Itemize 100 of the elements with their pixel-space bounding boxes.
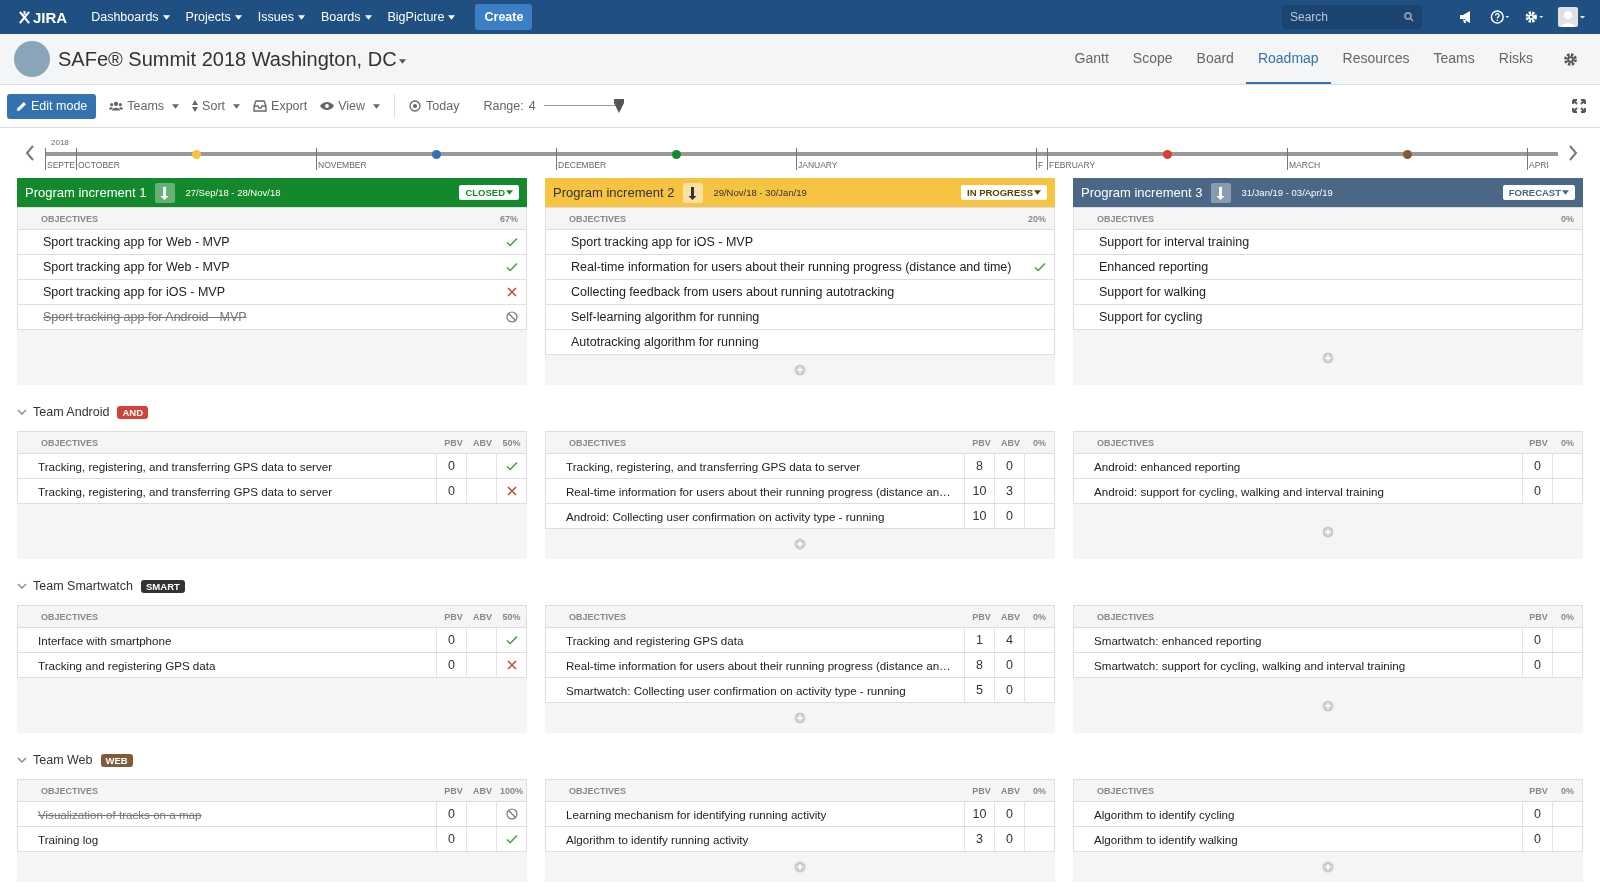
logo-text[interactable]: JIRA xyxy=(33,8,68,26)
settings-icon[interactable] xyxy=(1524,9,1544,25)
milestone-dot[interactable] xyxy=(1163,149,1172,159)
view-tab[interactable]: Scope xyxy=(1120,34,1185,84)
objective-row[interactable]: Tracking, registering, and transferring GPS data to server 8 0 xyxy=(545,453,1055,478)
objective-row[interactable]: Tracking and registering GPS data 0 xyxy=(17,652,527,678)
objective-row[interactable]: Algorithm to identify running activity 3 0 xyxy=(545,826,1055,852)
view-tab[interactable]: Gantt xyxy=(1062,34,1121,84)
nav-menu[interactable]: Projects xyxy=(177,0,250,34)
column-header: PBV xyxy=(443,611,464,622)
user-avatar-icon[interactable] xyxy=(1558,7,1586,27)
chevron-icon[interactable] xyxy=(17,409,27,415)
increment-title[interactable]: Program increment 1 xyxy=(25,185,147,200)
settings-icon[interactable] xyxy=(1563,51,1578,67)
milestone-dot[interactable] xyxy=(1403,149,1412,159)
objective-text: Tracking, registering, and transferring GPS data to server xyxy=(565,459,862,473)
objective-row[interactable]: Collecting feedback from users about running autotracking xyxy=(545,279,1055,304)
milestone-dot[interactable] xyxy=(432,149,441,159)
fullscreen-icon[interactable] xyxy=(1572,99,1586,113)
toolbar-menu-button[interactable]: Export xyxy=(253,93,308,119)
view-tab[interactable]: Board xyxy=(1184,34,1246,84)
status-dropdown[interactable]: FORECAST xyxy=(1502,185,1575,200)
status-dropdown[interactable]: IN PROGRESS xyxy=(961,185,1047,200)
edit-mode-button[interactable]: Edit mode xyxy=(7,93,97,119)
objective-row[interactable]: Smartwatch: Collecting user confirmation on activity type - running 5 0 xyxy=(545,677,1055,703)
range-value: 4 xyxy=(528,99,536,113)
objective-row[interactable]: Smartwatch: enhanced reporting 0 xyxy=(1073,627,1583,652)
toolbar-menu-button[interactable]: Teams xyxy=(109,93,180,119)
objective-text: Tracking and registering GPS data xyxy=(37,658,217,672)
objective-row[interactable]: Android: Collecting user confirmation on activity type - running 10 0 xyxy=(545,503,1055,529)
search-field[interactable]: Search xyxy=(1282,5,1422,29)
objective-row[interactable]: Support for walking xyxy=(1073,279,1583,304)
objective-row[interactable]: Tracking and registering GPS data 1 4 xyxy=(545,627,1055,652)
objective-row[interactable]: Algorithm to identify walking 0 xyxy=(1073,826,1583,852)
objective-row[interactable]: Tracking, registering, and transferring GPS data to server 0 xyxy=(17,453,527,478)
objective-row[interactable]: Interface with smartphone 0 xyxy=(17,627,527,652)
objective-text: Tracking, registering, and transferring GPS data to server xyxy=(37,459,334,473)
pbv-cell: 5 xyxy=(964,678,994,702)
project-avatar-photo-placeholder xyxy=(14,41,50,77)
view-tab[interactable]: Teams xyxy=(1421,34,1487,84)
milestone-dot[interactable] xyxy=(192,149,201,159)
arrow-down-icon[interactable] xyxy=(1211,182,1232,203)
range-slider[interactable] xyxy=(543,99,622,113)
column-header: 0% xyxy=(1032,785,1047,796)
objective-row[interactable]: Sport tracking app for Android - MVP xyxy=(17,304,527,330)
caret-icon xyxy=(448,14,456,20)
objective-text: Learning mechanism for identifying running activity xyxy=(565,807,828,821)
objective-text: Sport tracking app for Web - MVP xyxy=(42,260,231,274)
nav-menu[interactable]: BigPicture xyxy=(379,0,464,34)
objective-row[interactable]: Training log 0 xyxy=(17,826,527,852)
create-button[interactable]: Create xyxy=(475,4,533,30)
slider-thumb[interactable] xyxy=(613,99,624,113)
arrow-down-icon[interactable] xyxy=(155,182,176,203)
objective-row[interactable]: Tracking, registering, and transferring GPS data to server 0 xyxy=(17,478,527,504)
objective-row[interactable]: Sport tracking app for Web - MVP xyxy=(17,254,527,279)
pbv-cell: 0 xyxy=(436,827,466,851)
objective-row[interactable]: Sport tracking app for Web - MVP xyxy=(17,229,527,254)
objective-row[interactable]: Android: enhanced reporting 0 xyxy=(1073,453,1583,478)
objective-row[interactable]: Algorithm to identify cycling 0 xyxy=(1073,801,1583,826)
column-header: PBV xyxy=(1528,437,1549,448)
help-icon[interactable] xyxy=(1490,9,1510,25)
arrow-down-icon[interactable] xyxy=(683,182,704,203)
nav-menu[interactable]: Boards xyxy=(312,0,380,34)
objective-row[interactable]: Smartwatch: support for cycling, walking and interval training 0 xyxy=(1073,652,1583,678)
caret-icon xyxy=(364,14,372,20)
team-badge: SMART xyxy=(141,579,185,593)
chevron-icon[interactable] xyxy=(17,583,27,589)
nav-menu[interactable]: Dashboards xyxy=(83,0,178,34)
objective-row[interactable]: Visualization of tracks on a map 0 xyxy=(17,801,527,826)
objective-row[interactable]: Support for interval training xyxy=(1073,229,1583,254)
column-header: 0% xyxy=(1560,437,1575,448)
caret-icon[interactable] xyxy=(398,58,406,64)
pbv-cell: 0 xyxy=(436,479,466,503)
view-tab[interactable]: Resources xyxy=(1330,34,1422,84)
chevron-icon[interactable] xyxy=(17,757,27,763)
objective-row[interactable]: Real-time information for users about their running progress (distance an… 10 3 xyxy=(545,478,1055,503)
view-tab[interactable]: Risks xyxy=(1486,34,1545,84)
objective-row[interactable]: Real-time information for users about their running progress (distance and time) xyxy=(545,254,1055,279)
increment-title[interactable]: Program increment 3 xyxy=(1081,185,1203,200)
objective-row[interactable]: Enhanced reporting xyxy=(1073,254,1583,279)
status-dropdown[interactable]: CLOSED xyxy=(459,185,519,200)
objective-row[interactable]: Autotracking algorithm for running xyxy=(545,329,1055,355)
project-title[interactable]: SAFe® Summit 2018 Washington, DC xyxy=(58,47,397,71)
objective-row[interactable]: Sport tracking app for iOS - MVP xyxy=(545,229,1055,254)
toolbar-menu-button[interactable]: View xyxy=(320,93,381,119)
objective-row[interactable]: Real-time information for users about their running progress (distance an… 8 0 xyxy=(545,652,1055,677)
today-button[interactable]: Today xyxy=(408,93,460,119)
objective-row[interactable]: Android: support for cycling, walking and interval training 0 xyxy=(1073,478,1583,504)
toolbar-menu-button[interactable]: Sort xyxy=(192,93,241,119)
column-header: ABV xyxy=(1000,611,1021,622)
milestone-dot[interactable] xyxy=(672,149,681,159)
objective-row[interactable]: Support for cycling xyxy=(1073,304,1583,330)
increment-title[interactable]: Program increment 2 xyxy=(553,185,675,200)
objective-row[interactable]: Self-learning algorithm for running xyxy=(545,304,1055,329)
objective-row[interactable]: Sport tracking app for iOS - MVP xyxy=(17,279,527,304)
pbv-cell: 10 xyxy=(964,504,994,528)
objective-row[interactable]: Learning mechanism for identifying running activity 10 0 xyxy=(545,801,1055,826)
nav-menu[interactable]: Issues xyxy=(249,0,313,34)
view-tab[interactable]: Roadmap xyxy=(1245,34,1331,84)
objective-text: Tracking and registering GPS data xyxy=(565,633,745,647)
